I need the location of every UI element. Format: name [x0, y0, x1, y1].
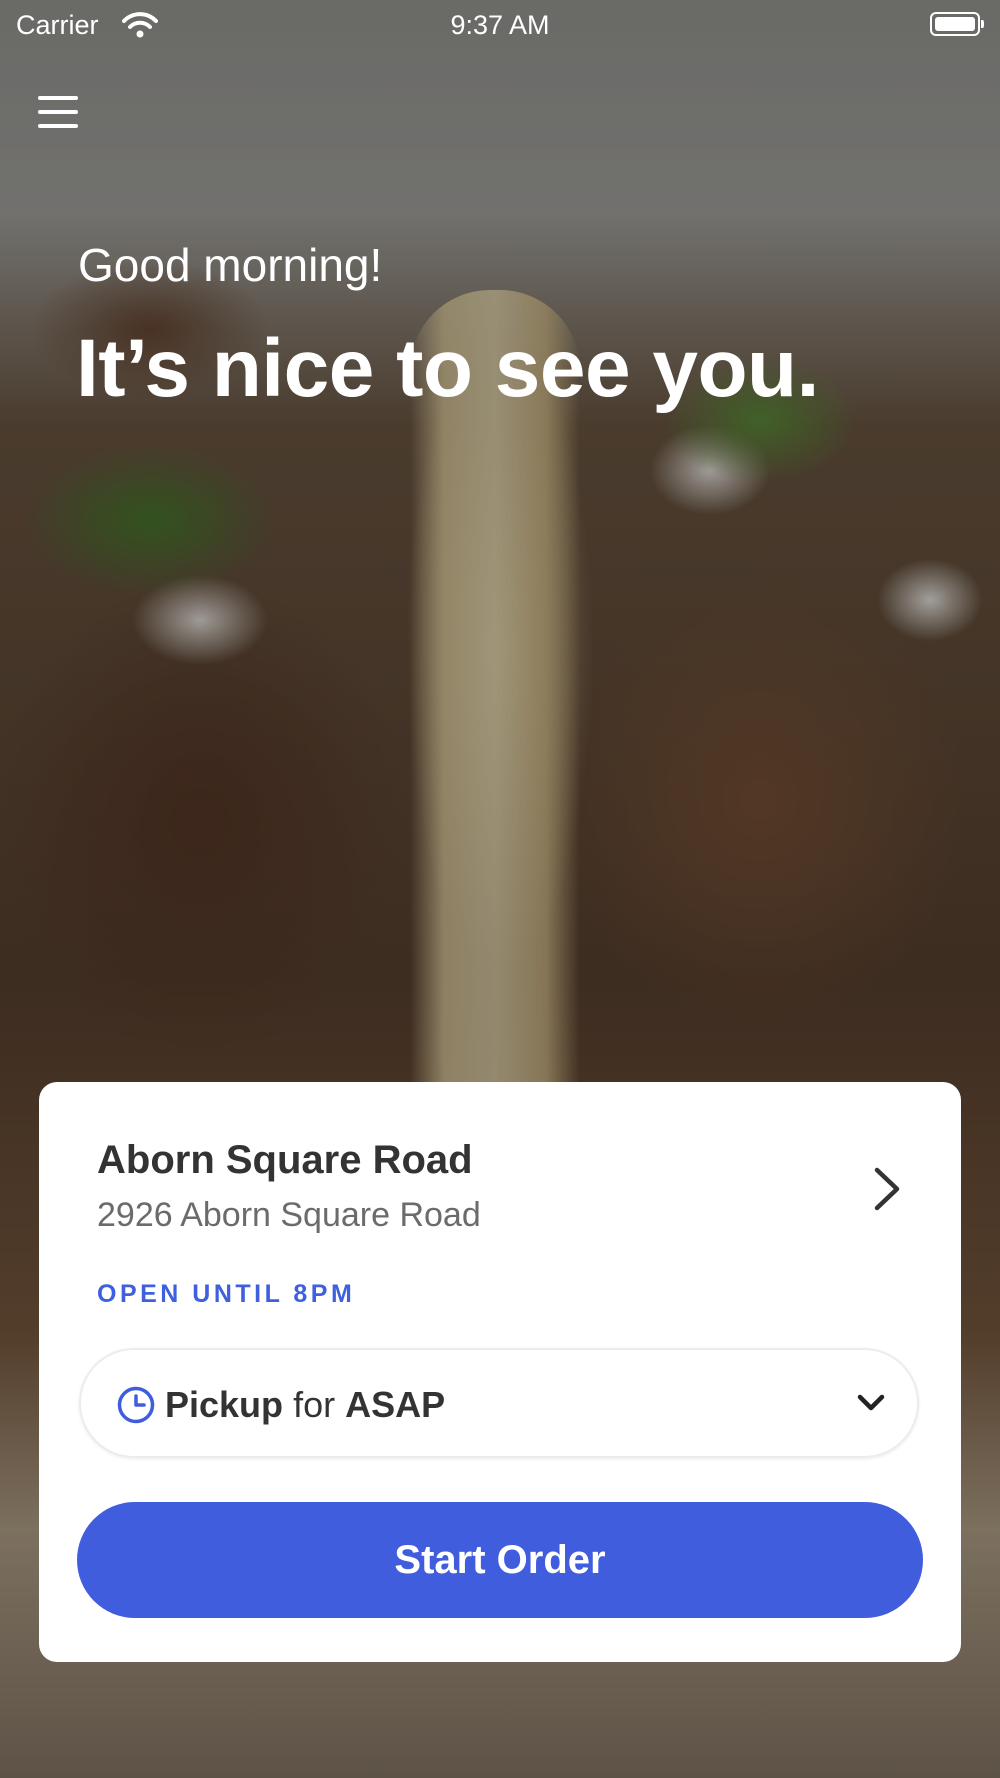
store-address: 2926 Aborn Square Road — [97, 1196, 481, 1234]
order-method: Pickup — [165, 1384, 284, 1425]
store-name: Aborn Square Road — [97, 1138, 473, 1182]
order-time: ASAP — [345, 1384, 446, 1425]
start-order-button[interactable]: Start Order — [77, 1502, 923, 1618]
clock-icon — [117, 1386, 155, 1424]
status-bar: Carrier 9:37 AM — [0, 0, 1000, 50]
order-connector: for — [293, 1384, 336, 1425]
store-card: Aborn Square Road 2926 Aborn Square Road… — [39, 1082, 961, 1662]
chevron-right-icon[interactable] — [869, 1164, 905, 1214]
order-mode-label: Pickup for ASAP — [165, 1384, 445, 1426]
hamburger-menu-icon — [38, 96, 78, 100]
store-hours-badge: OPEN UNTIL 8PM — [97, 1280, 356, 1308]
order-time-select[interactable]: Pickup for ASAP — [79, 1348, 919, 1458]
clock-time: 9:37 AM — [450, 10, 550, 40]
welcome-headline: It’s nice to see you. — [76, 323, 819, 414]
chevron-down-icon — [857, 1394, 885, 1411]
menu-button[interactable] — [38, 94, 78, 130]
greeting-text: Good morning! — [78, 239, 383, 291]
battery-icon — [930, 12, 984, 36]
